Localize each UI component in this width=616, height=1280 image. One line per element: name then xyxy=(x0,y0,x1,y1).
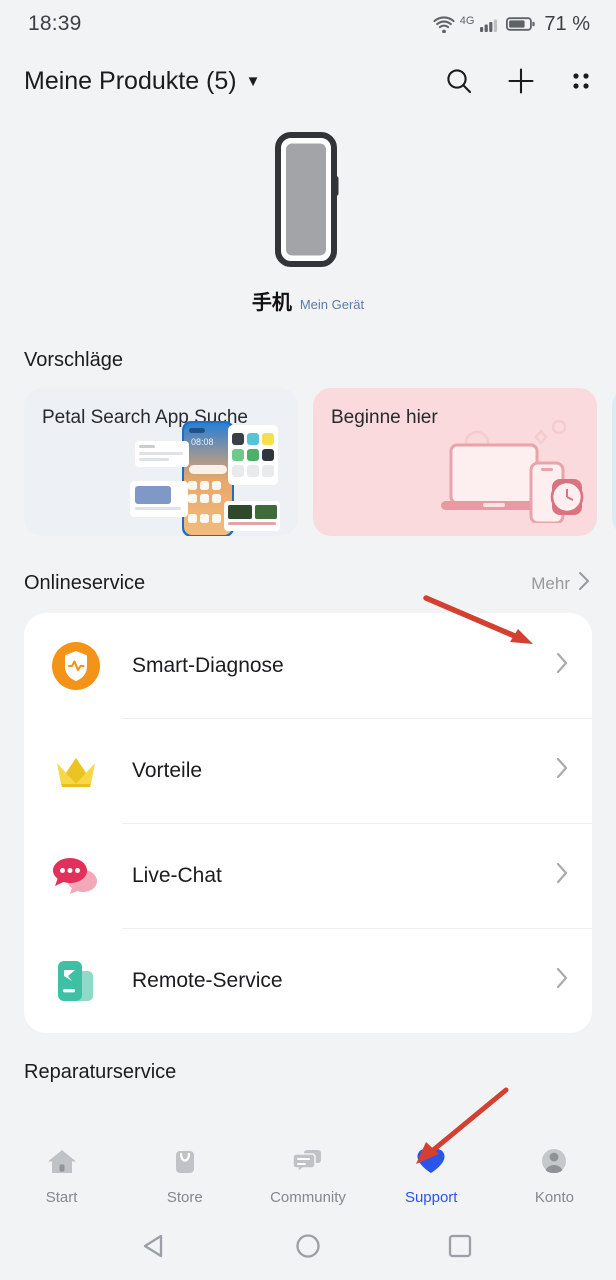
device-name: 手机 xyxy=(251,292,292,314)
tab-label: Start xyxy=(45,1188,78,1206)
tab-community[interactable]: Community xyxy=(246,1145,369,1206)
suggestions-title: Vorschläge xyxy=(24,349,123,371)
plus-icon[interactable] xyxy=(506,66,536,96)
devices-laptop-phone-watch-illustration xyxy=(433,413,593,528)
list-item-vorteile[interactable]: Vorteile xyxy=(24,718,592,823)
suggestion-card-label: Beginne hier xyxy=(331,407,438,428)
status-time: 18:39 xyxy=(28,12,82,35)
phone-device-illustration xyxy=(275,132,341,272)
crown-icon xyxy=(50,745,102,797)
tab-label: Konto xyxy=(534,1188,575,1206)
more-label: Mehr xyxy=(531,573,570,593)
app-bar-actions xyxy=(444,66,594,96)
list-item-label: Live-Chat xyxy=(132,863,222,887)
suggestion-card-petal-search[interactable]: Petal Search App Suche 08:08 xyxy=(24,388,298,536)
device-subtitle: Mein Gerät xyxy=(299,297,365,312)
search-icon[interactable] xyxy=(444,66,474,96)
page-title: Meine Produkte (5) xyxy=(24,66,237,95)
list-item-label: Smart-Diagnose xyxy=(132,653,284,677)
svg-text:08:08: 08:08 xyxy=(191,437,214,447)
battery-icon xyxy=(506,15,536,33)
my-products-dropdown[interactable]: Meine Produkte (5) ▼ xyxy=(24,67,260,96)
tab-start[interactable]: Start xyxy=(0,1145,123,1206)
app-bar: Meine Produkte (5) ▼ xyxy=(0,48,616,114)
tab-label: Store xyxy=(166,1188,203,1206)
onlineservice-header: Onlineservice Mehr xyxy=(0,570,616,597)
tab-label: Support xyxy=(404,1188,458,1206)
suggestions-header: Vorschläge xyxy=(0,349,616,372)
petal-search-phone-illustration: 08:08 xyxy=(127,419,282,536)
suggestion-card-beginne-hier[interactable]: Beginne hier xyxy=(313,388,597,536)
recents-square-icon[interactable] xyxy=(443,1229,477,1268)
grid-menu-icon[interactable] xyxy=(568,68,594,94)
chevron-right-icon xyxy=(554,650,570,681)
remote-service-icon xyxy=(50,955,102,1007)
list-item-remote-service[interactable]: Remote-Service xyxy=(24,928,592,1033)
home-circle-icon[interactable] xyxy=(291,1229,325,1268)
chevron-right-icon xyxy=(577,570,592,597)
list-item-label: Vorteile xyxy=(132,758,203,782)
chevron-right-icon xyxy=(554,755,570,786)
community-chat-icon xyxy=(291,1145,325,1182)
onlineservice-list: Smart-Diagnose Vorteile Live-Chat Remote… xyxy=(24,613,592,1033)
back-triangle-icon[interactable] xyxy=(139,1229,173,1268)
chat-bubble-icon xyxy=(50,850,102,902)
heart-icon xyxy=(414,1145,448,1182)
network-type-label: 4G xyxy=(459,14,475,27)
device-caption: 手机 Mein Gerät xyxy=(0,286,616,315)
list-item-label: Remote-Service xyxy=(132,968,283,992)
cellular-signal-icon xyxy=(479,15,501,33)
tab-konto[interactable]: Konto xyxy=(493,1145,616,1206)
onlineservice-title: Onlineservice xyxy=(24,572,146,594)
home-icon xyxy=(45,1145,79,1182)
device-hero[interactable]: 手机 Mein Gerät xyxy=(0,114,616,315)
tab-support[interactable]: Support xyxy=(370,1145,493,1206)
bottom-tab-bar: Start Store Community Support Konto xyxy=(0,1134,616,1216)
battery-percent: 71 % xyxy=(544,12,590,35)
reparaturservice-title: Reparaturservice xyxy=(24,1061,177,1083)
suggestions-carousel[interactable]: Petal Search App Suche 08:08 Beginne hie… xyxy=(0,388,616,536)
status-bar: 18:39 4G 71 % xyxy=(0,0,616,48)
list-item-smart-diagnose[interactable]: Smart-Diagnose xyxy=(24,613,592,718)
shield-pulse-icon xyxy=(50,640,102,692)
chevron-right-icon xyxy=(554,860,570,891)
status-indicators: 4G 71 % xyxy=(433,13,590,36)
chevron-down-icon: ▼ xyxy=(245,72,261,90)
android-system-nav xyxy=(0,1216,616,1280)
account-avatar-icon xyxy=(537,1145,571,1182)
suggestion-card-partial[interactable] xyxy=(612,388,616,536)
tab-label: Community xyxy=(270,1188,346,1206)
tab-store[interactable]: Store xyxy=(123,1145,246,1206)
onlineservice-more-button[interactable]: Mehr xyxy=(531,570,592,597)
chevron-right-icon xyxy=(554,965,570,996)
list-item-live-chat[interactable]: Live-Chat xyxy=(24,823,592,928)
shopping-bag-icon xyxy=(168,1145,202,1182)
wifi-icon xyxy=(433,15,455,33)
